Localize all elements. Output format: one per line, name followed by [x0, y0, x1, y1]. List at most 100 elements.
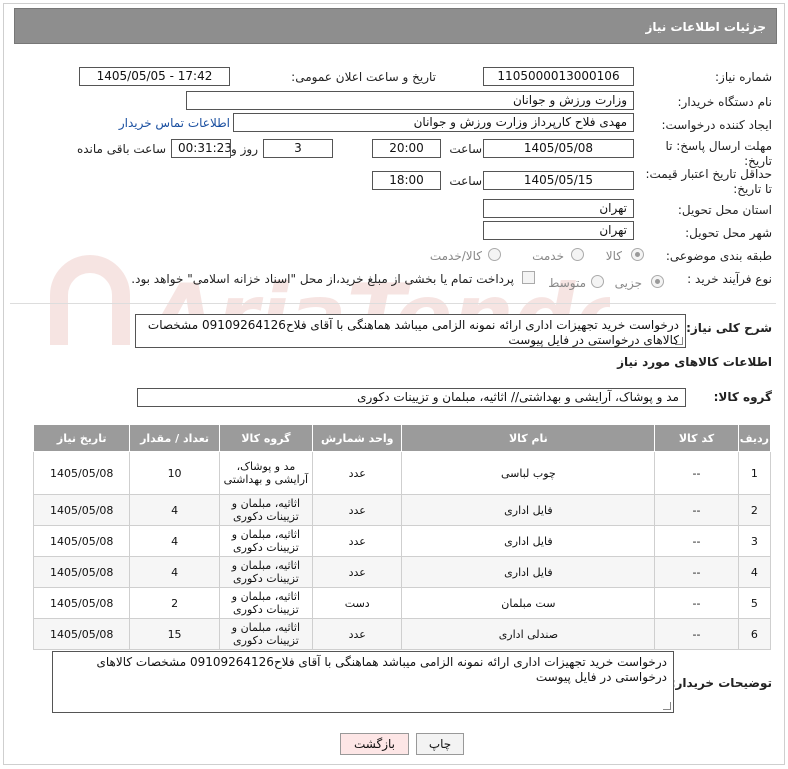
category-option-goods: کالا	[605, 249, 622, 263]
category-label: طبقه بندی موضوعی:	[665, 249, 772, 263]
cell-code: --	[654, 587, 739, 619]
cell-row: 1	[737, 451, 772, 495]
cell-row: 5	[737, 587, 772, 619]
cell-code: --	[654, 451, 739, 495]
treasury-note: پرداخت تمام یا بخشی از مبلغ خرید،از محل …	[131, 272, 514, 286]
province-label: استان محل تحویل:	[677, 203, 772, 217]
cell-row: 3	[737, 525, 772, 557]
col-name: نام کالا	[401, 424, 656, 452]
treasury-checkbox[interactable]	[522, 271, 535, 284]
cell-code: --	[654, 618, 739, 650]
col-unit: واحد شمارش	[312, 424, 403, 452]
cell-code: --	[654, 494, 739, 526]
goods-group-label: گروه کالا:	[713, 390, 772, 404]
process-label: نوع فرآیند خرید :	[687, 272, 772, 286]
cell-group: اثاثیه، مبلمان و تزیینات دکوری	[218, 618, 314, 650]
cell-group: اثاثیه، مبلمان و تزیینات دکوری	[218, 587, 314, 619]
deadline-time-field: 20:00	[372, 139, 441, 158]
cell-qty: 4	[129, 556, 220, 588]
creator-label: ایجاد کننده درخواست:	[661, 118, 772, 132]
cell-group: مد و پوشاک، آرایشی و بهداشتی	[218, 451, 314, 495]
table-row: 3 -- فایل اداری عدد اثاثیه، مبلمان و تزی…	[32, 525, 772, 557]
category-radio-goods[interactable]	[631, 248, 644, 261]
cell-qty: 10	[129, 451, 220, 495]
cell-name: فایل اداری	[401, 494, 656, 526]
cell-group: اثاثیه، مبلمان و تزیینات دکوری	[218, 494, 314, 526]
category-option-both: کالا/خدمت	[429, 249, 482, 263]
price-time-field: 18:00	[372, 171, 441, 190]
description-textarea: درخواست خرید تجهیزات اداری ارائه نمونه ا…	[135, 314, 686, 348]
cell-name: فایل اداری	[401, 556, 656, 588]
cell-qty: 15	[129, 618, 220, 650]
table-row: 6 -- صندلی اداری عدد اثاثیه، مبلمان و تز…	[32, 618, 772, 650]
days-label: روز و	[231, 142, 258, 156]
category-option-service: خدمت	[532, 249, 564, 263]
cell-unit: عدد	[312, 556, 403, 588]
cell-name: ست مبلمان	[401, 587, 656, 619]
page-title: جزئیات اطلاعات نیاز	[14, 8, 777, 44]
creator-field: مهدی فلاح کارپرداز وزارت ورزش و جوانان	[233, 113, 634, 132]
process-radio-medium[interactable]	[591, 275, 604, 288]
items-table: ردیف کد کالا نام کالا واحد شمارش گروه کا…	[32, 424, 772, 650]
cell-qty: 4	[129, 525, 220, 557]
buyer-notes-textarea: درخواست خرید تجهیزات اداری ارائه نمونه ا…	[52, 651, 674, 713]
cell-qty: 4	[129, 494, 220, 526]
city-label: شهر محل تحویل:	[685, 226, 772, 240]
deadline-time-label: ساعت	[449, 142, 482, 156]
cell-row: 4	[737, 556, 772, 588]
cell-unit: عدد	[312, 494, 403, 526]
contact-info-link[interactable]: اطلاعات تماس خریدار	[119, 116, 230, 130]
category-radio-both[interactable]	[488, 248, 501, 261]
table-row: 5 -- ست مبلمان دست اثاثیه، مبلمان و تزیی…	[32, 587, 772, 619]
col-qty: تعداد / مقدار	[129, 424, 220, 452]
col-group: گروه کالا	[218, 424, 314, 452]
cell-unit: عدد	[312, 525, 403, 557]
category-radio-service[interactable]	[571, 248, 584, 261]
remaining-label: ساعت باقی مانده	[76, 142, 166, 156]
cell-qty: 2	[129, 587, 220, 619]
table-row: 1 -- چوب لباسی عدد مد و پوشاک، آرایشی و …	[32, 451, 772, 495]
cell-name: فایل اداری	[401, 525, 656, 557]
cell-date: 1405/05/08	[32, 587, 131, 619]
col-row: ردیف	[737, 424, 772, 452]
price-date-field: 1405/05/15	[483, 171, 634, 190]
process-option-small: جزیی	[614, 276, 642, 290]
process-radio-small[interactable]	[651, 275, 664, 288]
cell-name: چوب لباسی	[401, 451, 656, 495]
cell-date: 1405/05/08	[32, 618, 131, 650]
cell-date: 1405/05/08	[32, 556, 131, 588]
announce-field: 1405/05/05 - 17:42	[79, 67, 230, 86]
announce-label: تاریخ و ساعت اعلان عمومی:	[291, 70, 436, 84]
cell-name: صندلی اداری	[401, 618, 656, 650]
province-field: تهران	[483, 199, 634, 218]
remaining-time-field: 00:31:23	[171, 139, 231, 158]
cell-group: اثاثیه، مبلمان و تزیینات دکوری	[218, 525, 314, 557]
buyer-org-label: نام دستگاه خریدار:	[677, 95, 773, 109]
buyer-org-field: وزارت ورزش و جوانان	[186, 91, 634, 110]
cell-date: 1405/05/08	[32, 494, 131, 526]
section-divider	[10, 303, 776, 304]
goods-info-title: اطلاعات کالاهای مورد نیاز	[617, 355, 772, 369]
col-code: کد کالا	[654, 424, 739, 452]
cell-date: 1405/05/08	[32, 451, 131, 495]
days-field: 3	[263, 139, 333, 158]
need-number-label: شماره نیاز:	[715, 70, 772, 84]
cell-code: --	[654, 525, 739, 557]
cell-unit: عدد	[312, 451, 403, 495]
cell-unit: دست	[312, 587, 403, 619]
cell-group: اثاثیه، مبلمان و تزیینات دکوری	[218, 556, 314, 588]
cell-row: 2	[737, 494, 772, 526]
process-option-medium: متوسط	[548, 276, 586, 290]
cell-unit: عدد	[312, 618, 403, 650]
price-validity-label: حداقل تاریخ اعتبار قیمت: تا تاریخ:	[645, 167, 772, 196]
cell-row: 6	[737, 618, 772, 650]
print-button[interactable]: چاپ	[416, 733, 464, 755]
table-row: 2 -- فایل اداری عدد اثاثیه، مبلمان و تزی…	[32, 494, 772, 526]
back-button[interactable]: بازگشت	[340, 733, 409, 755]
goods-group-field: مد و پوشاک، آرایشی و بهداشتی// اثاثیه، م…	[137, 388, 686, 407]
col-date: تاریخ نیاز	[32, 424, 131, 452]
cell-date: 1405/05/08	[32, 525, 131, 557]
deadline-label: مهلت ارسال پاسخ: تا تاریخ:	[665, 139, 772, 168]
description-label: شرح کلی نیاز:	[686, 321, 772, 335]
price-time-label: ساعت	[449, 174, 482, 188]
